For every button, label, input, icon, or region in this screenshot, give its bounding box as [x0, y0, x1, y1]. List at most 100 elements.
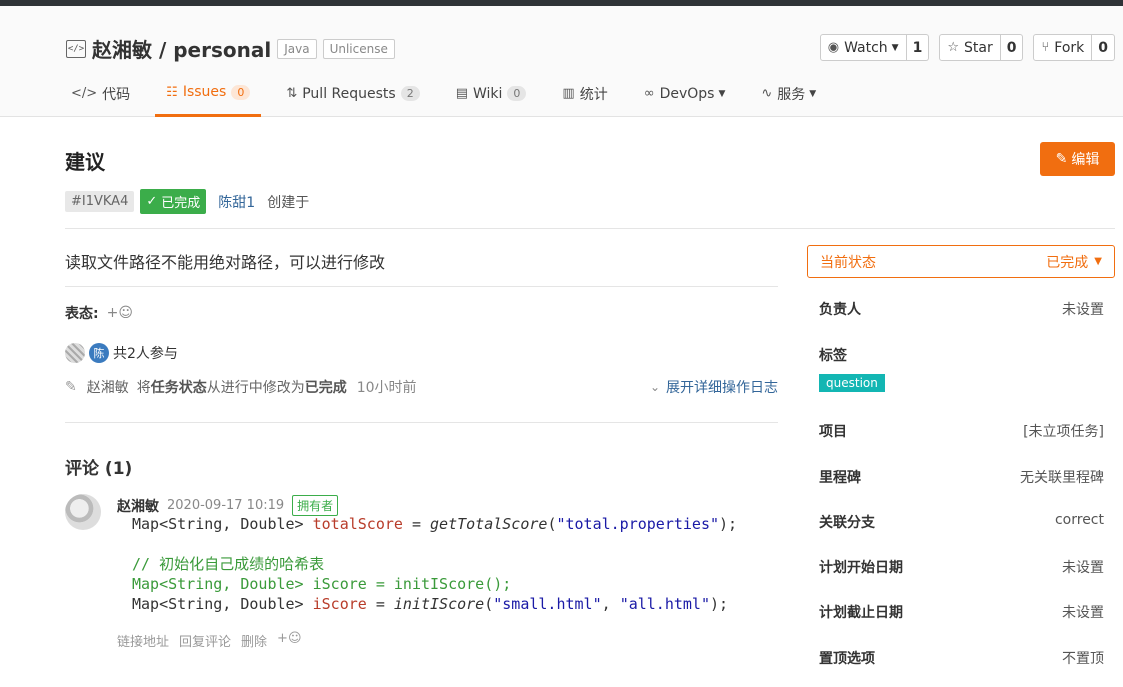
- status-label: 当前状态: [820, 254, 876, 271]
- issue-description: 读取文件路径不能用绝对路径，可以进行修改: [65, 253, 386, 272]
- license-tag[interactable]: Unlicense: [322, 38, 395, 59]
- fork-count[interactable]: 0: [1092, 34, 1115, 61]
- repo-header: </> 赵湘敏 / personal Java Unlicense ◉ Watc…: [0, 6, 1123, 117]
- language-tag[interactable]: Java: [277, 38, 317, 59]
- reply-button[interactable]: 回复评论: [179, 631, 231, 650]
- sidebar-label: 关联分支: [819, 515, 875, 531]
- tab-code[interactable]: </> 代码: [60, 76, 141, 111]
- code-token: getTotalScore: [430, 515, 548, 533]
- repo-name-link[interactable]: 赵湘敏 / personal: [92, 34, 271, 63]
- participants-count: 共2人参与: [113, 346, 178, 362]
- star-icon: ☆: [947, 40, 959, 55]
- copy-link-button[interactable]: 链接地址: [117, 631, 169, 650]
- sidebar-due-date[interactable]: 计划截止日期 未设置: [819, 602, 1104, 622]
- divider: [65, 286, 778, 287]
- sidebar-labels[interactable]: 标签: [819, 345, 1104, 365]
- tab-label: 代码: [102, 86, 131, 103]
- avatar[interactable]: [65, 343, 85, 363]
- comment-header: 赵湘敏 2020-09-17 10:19 拥有者: [117, 495, 339, 516]
- sidebar-milestone[interactable]: 里程碑 无关联里程碑: [819, 467, 1104, 487]
- sidebar-value: correct: [1054, 512, 1104, 528]
- star-button[interactable]: ☆ Star: [939, 34, 1001, 61]
- edit-button[interactable]: ✎ 编辑: [1040, 142, 1115, 176]
- tab-devops[interactable]: ∞ DevOps ▼: [633, 76, 737, 111]
- tab-label: Pull Requests: [302, 85, 396, 102]
- status-dropdown[interactable]: 当前状态 已完成 ▼: [807, 245, 1115, 278]
- code-icon: </>: [71, 86, 98, 101]
- author-link[interactable]: 陈甜1: [218, 192, 255, 212]
- chart-icon: ▥: [562, 86, 575, 101]
- sidebar-assignee[interactable]: 负责人 未设置: [819, 299, 1104, 319]
- activity-user[interactable]: 赵湘敏: [87, 377, 129, 397]
- avatar[interactable]: [65, 494, 101, 530]
- sidebar-start-date[interactable]: 计划开始日期 未设置: [819, 557, 1104, 577]
- pencil-icon: ✎: [65, 379, 77, 395]
- watch-count[interactable]: 1: [906, 34, 930, 61]
- activity-text-b: 从进行中修改为: [206, 380, 305, 396]
- code-token: initIScore: [393, 595, 485, 613]
- repo-code-icon: </>: [66, 39, 86, 58]
- tab-services[interactable]: ∿ 服务 ▼: [750, 76, 827, 111]
- add-reaction-icon[interactable]: +☺: [277, 631, 301, 650]
- sidebar-label: 标签: [819, 348, 847, 364]
- edit-icon: ✎: [1055, 151, 1068, 167]
- check-circle-icon: ✓: [146, 194, 158, 209]
- sidebar-pin[interactable]: 置顶选项 不置顶: [819, 648, 1104, 668]
- delete-button[interactable]: 删除: [241, 631, 267, 650]
- sidebar-label: 置顶选项: [819, 651, 875, 667]
- eye-icon: ◉: [827, 40, 840, 55]
- star-label: Star: [963, 39, 993, 56]
- fork-icon: ⑂: [1041, 40, 1050, 55]
- expand-log-link[interactable]: ⌄ 展开详细操作日志: [650, 377, 778, 397]
- status-value: 已完成: [1046, 254, 1089, 271]
- tab-issues[interactable]: ☷ Issues 0: [155, 76, 262, 117]
- chevron-down-icon: ▼: [891, 42, 899, 53]
- double-chevron-down-icon: ⌄: [649, 380, 660, 394]
- tab-stats[interactable]: ▥ 统计: [551, 76, 618, 111]
- sidebar-label: 计划开始日期: [819, 560, 903, 576]
- divider: [65, 228, 1115, 229]
- code-token: totalScore: [312, 515, 403, 533]
- sidebar-value: 未设置: [1062, 560, 1104, 576]
- add-reaction-icon[interactable]: +☺: [107, 305, 133, 321]
- tab-pull-requests[interactable]: ⇅ Pull Requests 2: [275, 76, 430, 111]
- code-token: ,: [601, 595, 620, 613]
- code-token: Map<String, Double>: [132, 595, 313, 613]
- code-token: "total.properties": [556, 515, 720, 533]
- chevron-down-icon: ▼: [718, 88, 726, 99]
- code-line-3: Map<String, Double> iScore = initIScore(…: [132, 575, 512, 593]
- sidebar-branch[interactable]: 关联分支 correct: [819, 512, 1104, 532]
- chevron-down-icon: ▼: [809, 88, 817, 99]
- fork-group: ⑂ Fork 0: [1033, 34, 1115, 61]
- pull-request-icon: ⇅: [286, 86, 298, 101]
- sidebar-label: 负责人: [819, 302, 861, 318]
- issues-icon: ☷: [166, 84, 178, 100]
- activity-log-item: ✎ 赵湘敏 将任务状态从进行中修改为已完成 10小时前 ⌄ 展开详细操作日志: [65, 377, 778, 397]
- code-token: );: [719, 515, 738, 533]
- sidebar-project[interactable]: 项目 [未立项任务]: [819, 421, 1104, 441]
- repo-actions: ◉ Watch ▼ 1 ☆ Star 0 ⑂ Fork 0: [810, 34, 1115, 61]
- star-count[interactable]: 0: [1000, 34, 1024, 61]
- comment-author[interactable]: 赵湘敏: [117, 496, 159, 516]
- issue-title: 建议: [65, 150, 105, 174]
- code-token: =: [402, 515, 431, 533]
- tab-label: 统计: [579, 86, 608, 103]
- status-text: 已完成: [161, 196, 201, 211]
- watch-group: ◉ Watch ▼ 1: [819, 34, 930, 61]
- tab-badge: 2: [400, 86, 420, 101]
- issue-id[interactable]: #I1VKA4: [65, 191, 135, 212]
- watch-button[interactable]: ◉ Watch ▼: [819, 34, 907, 61]
- sidebar-value: 未设置: [1062, 302, 1104, 318]
- comment-actions: 链接地址 回复评论 删除 +☺: [117, 631, 312, 650]
- code-token: iScore: [312, 595, 367, 613]
- sidebar-value: 未设置: [1062, 605, 1104, 621]
- comments-title: 评论 (1): [65, 459, 133, 479]
- code-token: (: [484, 595, 494, 613]
- avatar[interactable]: 陈: [89, 343, 109, 363]
- owner-badge: 拥有者: [292, 495, 339, 516]
- fork-button[interactable]: ⑂ Fork: [1033, 34, 1093, 61]
- label-tag-question[interactable]: question: [819, 374, 885, 392]
- tab-wiki[interactable]: ▤ Wiki 0: [445, 76, 538, 111]
- code-line-2: // 初始化自己成绩的哈希表: [132, 555, 325, 573]
- tab-label: Issues: [182, 84, 227, 100]
